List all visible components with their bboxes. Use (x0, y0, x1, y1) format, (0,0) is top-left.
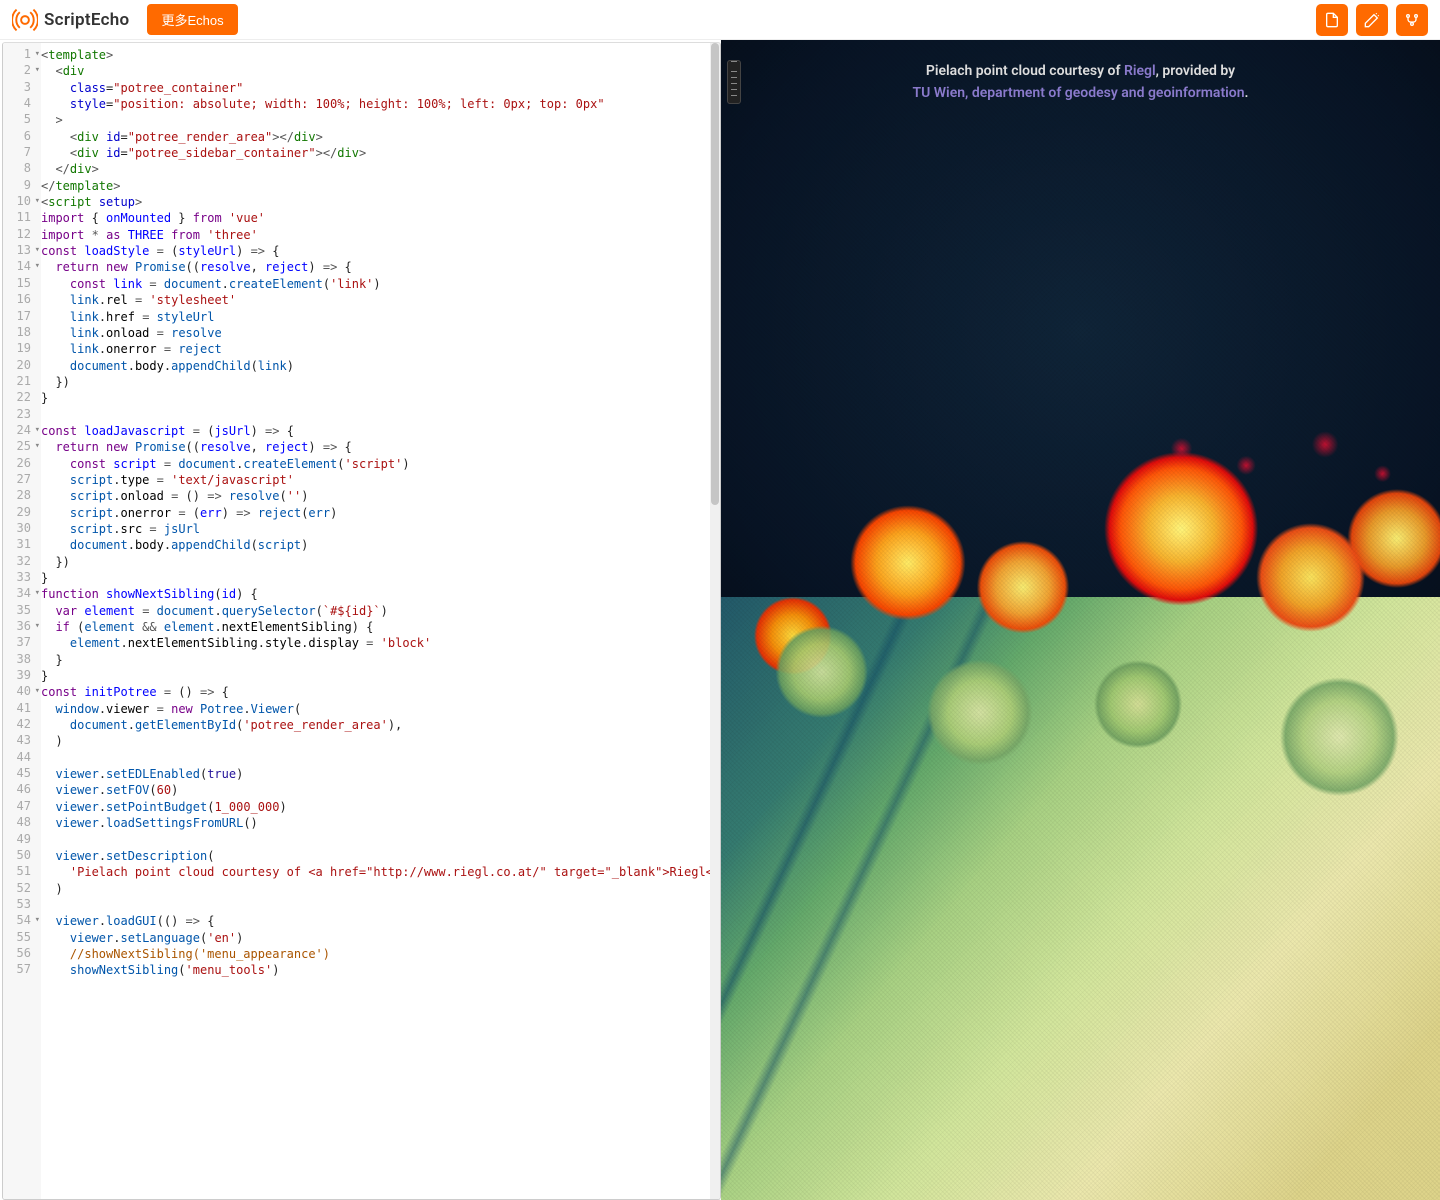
scroll-thumb[interactable] (711, 43, 719, 505)
code-area[interactable]: <template> <div class="potree_container"… (41, 43, 720, 1199)
link-tuwien[interactable]: TU Wien, department of geodesy and geoin… (912, 85, 1244, 101)
sidebar-toggle[interactable] (727, 60, 741, 104)
viewer-description: Pielach point cloud courtesy of Riegl, p… (721, 60, 1440, 105)
link-riegl[interactable]: Riegl (1124, 63, 1156, 79)
main: 1▾2▾345678910▾111213▾14▾1516171819202122… (0, 40, 1440, 1200)
scrollbar-vertical[interactable] (710, 43, 720, 1199)
toolbar (1316, 4, 1428, 36)
brand[interactable]: ScriptEcho (12, 7, 129, 33)
point-cloud-render[interactable] (721, 40, 1440, 1200)
brand-name: ScriptEcho (44, 10, 129, 30)
document-icon[interactable] (1316, 4, 1348, 36)
code-editor[interactable]: 1▾2▾345678910▾111213▾14▾1516171819202122… (2, 42, 721, 1200)
topbar: ScriptEcho 更多Echos (0, 0, 1440, 40)
branch-icon[interactable] (1396, 4, 1428, 36)
line-gutter: 1▾2▾345678910▾111213▾14▾1516171819202122… (3, 43, 41, 1199)
logo-icon (12, 7, 38, 33)
wand-icon[interactable] (1356, 4, 1388, 36)
more-echos-button[interactable]: 更多Echos (147, 4, 237, 35)
viewer-pane[interactable]: Pielach point cloud courtesy of Riegl, p… (721, 40, 1440, 1200)
